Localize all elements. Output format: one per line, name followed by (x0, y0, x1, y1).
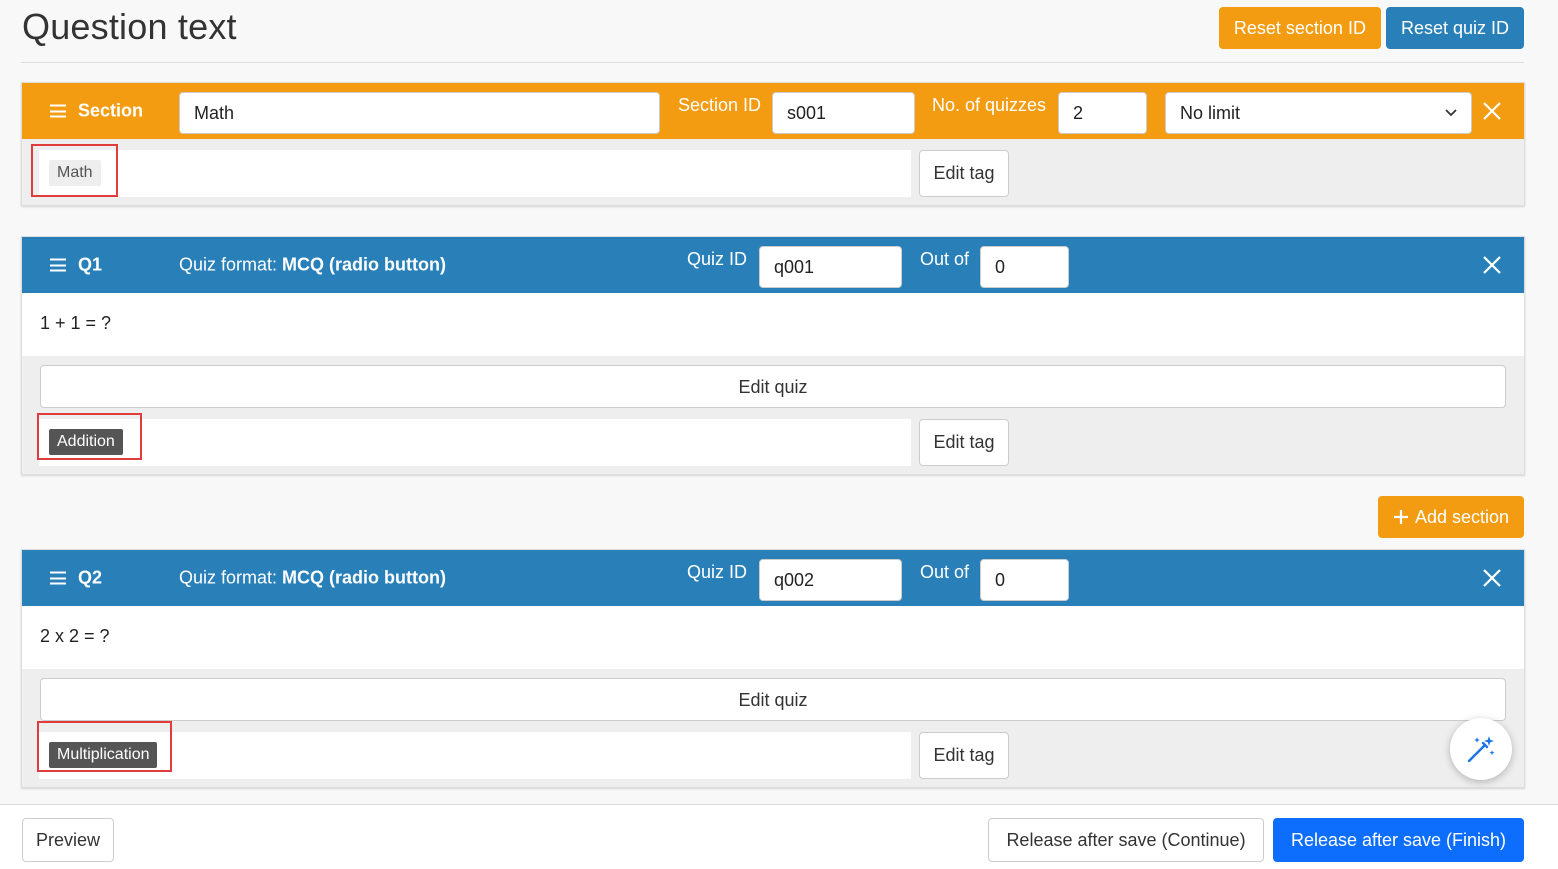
quiz-card-q1: Q1 Quiz format: MCQ (radio button) Quiz … (21, 236, 1525, 475)
edit-tag-button[interactable]: Edit tag (919, 732, 1009, 779)
highlight-outline (37, 413, 142, 460)
quiz-format: Quiz format: MCQ (radio button) (179, 568, 446, 589)
out-of-label: Out of (920, 249, 970, 269)
num-quizzes-input[interactable]: 2 (1058, 92, 1147, 134)
footer-bar: Preview Release after save (Continue) Re… (0, 804, 1558, 869)
magic-wand-button[interactable] (1450, 718, 1512, 780)
quiz-tag-row: Addition Edit tag (22, 408, 1524, 474)
out-of-label: Out of (920, 562, 970, 582)
quiz-id-input[interactable]: q001 (759, 246, 902, 288)
section-id-input[interactable]: s001 (772, 92, 915, 134)
drag-handle-icon[interactable] (50, 571, 66, 585)
quiz-tag-box[interactable]: Addition (39, 419, 911, 466)
section-card: Section Math Section ID s001 No. of quiz… (21, 82, 1525, 206)
header-divider (21, 62, 1524, 63)
quiz-id-label: Quiz ID (687, 249, 748, 269)
quiz-format-value: MCQ (radio button) (282, 567, 446, 588)
edit-tag-button[interactable]: Edit tag (919, 150, 1009, 197)
edit-quiz-wrap: Edit quiz (22, 669, 1524, 721)
quiz-header: Q1 Quiz format: MCQ (radio button) Quiz … (22, 237, 1524, 293)
highlight-outline (31, 144, 118, 197)
drag-handle-icon[interactable] (50, 104, 66, 118)
question-text: 2 x 2 = ? (22, 606, 1524, 669)
quiz-format-value: MCQ (radio button) (282, 254, 446, 275)
close-icon[interactable] (1482, 568, 1502, 588)
release-finish-button[interactable]: Release after save (Finish) (1273, 818, 1524, 862)
quiz-label: Q2 (78, 567, 103, 588)
section-tag-box[interactable]: Math (39, 150, 911, 197)
out-of-input[interactable]: 0 (980, 559, 1069, 601)
close-icon[interactable] (1482, 101, 1502, 121)
section-name-input[interactable]: Math (179, 92, 660, 134)
add-section-label: Add section (1414, 507, 1509, 527)
plus-icon (1393, 510, 1408, 524)
quiz-format-prefix: Quiz format: (179, 254, 283, 275)
section-label: Section (78, 100, 144, 121)
edit-quiz-button[interactable]: Edit quiz (40, 678, 1506, 721)
highlight-outline (37, 721, 172, 772)
reset-section-id-button[interactable]: Reset section ID (1218, 7, 1381, 49)
edit-tag-button[interactable]: Edit tag (919, 419, 1009, 466)
section-header: Section Math Section ID s001 No. of quiz… (22, 83, 1524, 139)
preview-button[interactable]: Preview (22, 818, 114, 862)
quiz-format-prefix: Quiz format: (179, 567, 283, 588)
add-section-button[interactable]: Add section (1377, 496, 1524, 538)
limit-select-value: No limit (1180, 103, 1241, 123)
question-text: 1 + 1 = ? (22, 293, 1524, 356)
quiz-label: Q1 (78, 254, 103, 275)
section-tag-row: Math Edit tag (22, 139, 1524, 205)
quiz-format: Quiz format: MCQ (radio button) (179, 255, 446, 276)
edit-quiz-wrap: Edit quiz (22, 356, 1524, 408)
drag-handle-icon[interactable] (50, 258, 66, 272)
quiz-card-q2: Q2 Quiz format: MCQ (radio button) Quiz … (21, 549, 1525, 788)
out-of-input[interactable]: 0 (980, 246, 1069, 288)
release-continue-button[interactable]: Release after save (Continue) (988, 818, 1264, 862)
quiz-header: Q2 Quiz format: MCQ (radio button) Quiz … (22, 550, 1524, 606)
top-actions: Reset section ID Reset quiz ID (1218, 7, 1524, 49)
quiz-id-input[interactable]: q002 (759, 559, 902, 601)
reset-quiz-id-button[interactable]: Reset quiz ID (1385, 7, 1524, 49)
quiz-id-label: Quiz ID (687, 562, 748, 582)
chevron-down-icon (1445, 109, 1457, 117)
limit-select[interactable]: No limit (1165, 92, 1472, 134)
section-id-label: Section ID (678, 95, 762, 115)
magic-wand-icon (1467, 736, 1495, 763)
edit-quiz-button[interactable]: Edit quiz (40, 365, 1506, 408)
num-quizzes-label: No. of quizzes (932, 95, 1047, 115)
page-title: Question text (22, 6, 237, 47)
close-icon[interactable] (1482, 255, 1502, 275)
quiz-tag-row: Multiplication Edit tag (22, 721, 1524, 787)
